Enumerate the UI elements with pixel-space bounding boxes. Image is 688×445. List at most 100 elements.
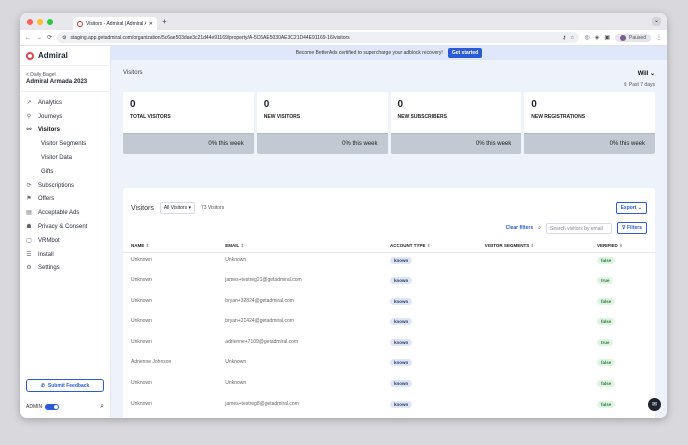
sidebar-item-install[interactable]: ☰ Install [20,248,110,262]
close-tab-icon[interactable]: ✕ [149,21,153,27]
cell-text: Unknown [131,297,152,304]
table-row[interactable]: Unknown james+testreg8@getadmiral.com know… [123,397,655,418]
panel-toolbar: Visitors All Visitors ▾ 73 Visitors Expo… [123,188,655,214]
stat-value: 0 [397,99,404,110]
column-header[interactable]: VERIFIED ⇕ [588,240,655,253]
admin-toggle[interactable] [45,404,60,410]
table-cell: Unknown [217,376,382,397]
column-header[interactable]: EMAIL ⇕ [217,240,382,253]
minimize-window-button[interactable] [37,18,43,25]
column-header[interactable]: NAME ⇕ [123,240,218,253]
zoom-window-button[interactable] [47,18,53,25]
column-label: VISITOR SEGMENTS [484,243,530,248]
stat-change: 0% this week [256,133,388,154]
table-row[interactable]: Unknown adrienne+7109@getadmiral.com known… [123,335,655,356]
stat-card: 0 NEW REGISTRATIONS 0% this week [524,92,655,154]
filter-row: Clear filters ⌕ Search visitors by email… [123,214,655,234]
sidebar-item-subscriptions[interactable]: ⟳ Subscriptions [20,179,110,193]
new-tab-button[interactable]: + [162,17,167,26]
stat-card: 0 TOTAL VISITORS 0% this week [123,92,254,154]
sidebar-item-label: Install [38,251,54,258]
extension-icon[interactable]: ◎ [584,34,589,41]
extension-icon[interactable]: ◈ [595,34,600,41]
sort-icon: ⇕ [426,243,431,248]
table-cell [477,294,589,315]
sidebar-item-acceptable-ads[interactable]: ▤ Acceptable Ads [20,206,110,220]
date-range-label: Past 7 days [628,82,655,88]
panel-title: Visitors [131,204,154,212]
sort-arrows-icon: ⇕ [623,82,628,88]
site-info-icon[interactable]: ⚙ [62,35,66,41]
key-icon[interactable]: ⚷ [562,35,566,41]
account-type-badge: known [389,380,413,388]
nav-icon: ⚑ [26,196,32,203]
table-cell [477,397,589,418]
url-text: staging.app.getadmiral.com/organization/… [70,34,350,41]
sidebar-item-journeys[interactable]: ⚲ Journeys [20,110,110,124]
get-started-button[interactable]: Get started [447,48,483,58]
sort-icon: ⇕ [530,243,535,248]
submit-feedback-button[interactable]: ✆ Submit Feedback [26,379,104,392]
sidebar-item-gifts[interactable]: Gifts [20,165,110,179]
table-cell: known [382,253,477,274]
chat-bubble-icon[interactable]: ✉ [648,398,661,411]
search-visitors-input[interactable]: Search visitors by email [545,222,612,234]
sidebar-item-visitor-segments[interactable]: Visitor Segments [20,137,110,151]
org-parent[interactable]: < Daily Bagel [26,72,104,78]
sidebar-item-visitor-data[interactable]: Visitor Data [20,151,110,165]
stat-label: NEW SUBSCRIBERS [397,114,447,120]
table-cell: Unknown [123,273,217,294]
table-row[interactable]: Unknown Unknown known false [123,376,655,397]
table-cell: bryan+32824@getadmiral.com [217,294,382,315]
account-type-badge: known [389,257,413,264]
sidebar-item-settings[interactable]: ⚙ Settings [20,262,110,276]
sidebar-item-offers[interactable]: ⚑ Offers [20,193,110,207]
search-icon[interactable]: ⌕ [100,403,104,411]
banner-text: Become BetterAds certified to supercharg… [295,50,443,56]
column-header[interactable]: ACCOUNT TYPE ⇕ [381,240,477,253]
verified-badge: true [596,338,614,346]
avatar [620,34,627,41]
date-range-selector[interactable]: ⇕ Past 7 days [111,77,667,88]
filters-button[interactable]: ⊽ Filters [616,222,647,234]
logo[interactable]: Admiral [20,46,110,66]
clear-filters-link[interactable]: Clear filters [506,225,534,231]
table-row[interactable]: Unknown bryan+32824@getadmiral.com known fa… [123,294,655,315]
close-window-button[interactable] [27,18,33,25]
user-menu[interactable]: Will ⌄ [638,70,655,77]
back-arrow-icon[interactable]: ← [25,35,31,41]
column-header[interactable]: VISITOR SEGMENTS ⇕ [476,240,589,253]
promo-banner: Become BetterAds certified to supercharg… [111,46,667,60]
org-switcher[interactable]: < Daily Bagel Admiral Armada 2023 [20,66,110,92]
browser-tab[interactable]: Visitors - Admiral (Admiral Ar… ✕ [73,17,157,30]
bookmark-star-icon[interactable]: ☆ [570,35,574,41]
sidebar-item-analytics[interactable]: ↗ Analytics [20,96,110,110]
sidebar-item-vrmbot[interactable]: ▢ VRMbot [20,234,110,248]
table-row[interactable]: Unknown bryan+21424@getadmiral.com known fa… [123,314,655,335]
sidebar-item-privacy-consent[interactable]: ☗ Privacy & Consent [20,220,110,234]
verified-badge: false [596,318,616,326]
sidebar-item-visitors[interactable]: ⚯ Visitors [20,124,110,138]
cell-text: Unknown [131,257,152,263]
puzzle-icon[interactable]: ▣ [604,34,610,41]
cell-text: Unknown [131,380,152,387]
profile-status: Paused [629,34,646,41]
forward-arrow-icon[interactable]: → [36,35,42,41]
table-row[interactable]: Unknown james+testreg21@getadmiral.com kno… [123,273,655,294]
account-type-badge: known [389,400,413,408]
column-label: NAME [131,243,145,248]
table-cell: Unknown [123,294,217,315]
table-row[interactable]: Unknown Unknown known false [123,253,655,274]
table-row[interactable]: Adrienne Johnson Unknown known false [123,355,655,376]
visitor-filter-dropdown[interactable]: All Visitors ▾ [159,202,195,214]
reload-icon[interactable]: ⟳ [47,34,52,41]
verified-badge: false [596,297,616,305]
verified-badge: false [596,380,616,388]
url-field[interactable]: ⚙ staging.app.getadmiral.com/organizatio… [57,32,580,43]
tab-list-chevron-icon[interactable]: ⌄ [652,17,661,26]
window-controls [27,18,53,25]
export-button[interactable]: Export ⌄ [615,202,647,214]
profile-button[interactable]: Paused [615,33,651,42]
stat-value: 0 [130,99,136,110]
menu-dots-icon[interactable]: ⋮ [656,34,662,41]
